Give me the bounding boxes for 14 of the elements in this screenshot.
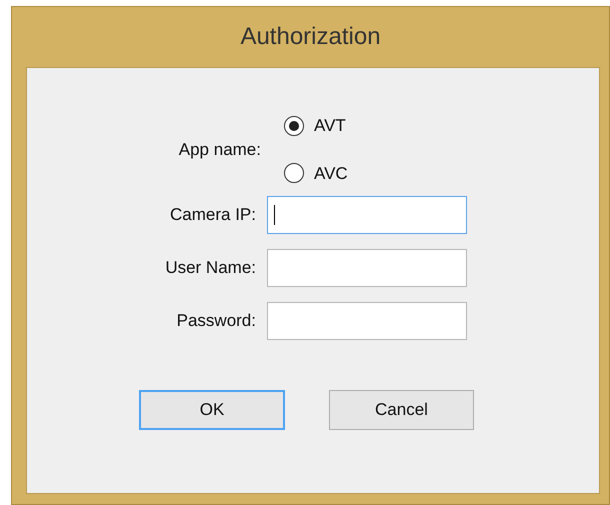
- input-field[interactable]: [267, 196, 467, 234]
- radio-label[interactable]: AVT: [314, 113, 346, 138]
- field-label: User Name:: [165, 257, 256, 280]
- radio-button[interactable]: [284, 116, 304, 136]
- field-label: Camera IP:: [170, 204, 256, 226]
- radio-button[interactable]: [284, 163, 304, 184]
- dialog-button[interactable]: Cancel: [329, 390, 474, 430]
- radio-label[interactable]: AVC: [314, 160, 348, 186]
- window-title: Authorization: [240, 22, 381, 52]
- dialog-button[interactable]: OK: [139, 390, 285, 430]
- input-field[interactable]: [267, 249, 467, 287]
- field-label: Password:: [176, 310, 256, 332]
- input-field[interactable]: [267, 302, 467, 340]
- app-name-label: App name:: [178, 138, 261, 161]
